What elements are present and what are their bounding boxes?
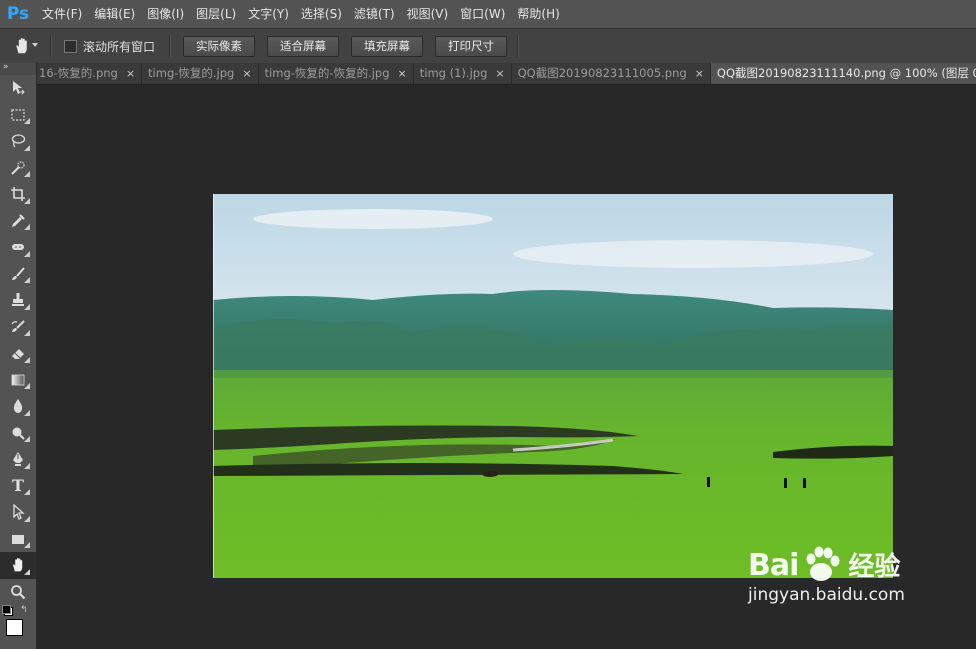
paw-icon: [806, 546, 840, 581]
menu-edit[interactable]: 编辑(E): [88, 0, 141, 28]
hand-icon: [16, 38, 27, 54]
crop-tool[interactable]: [0, 181, 36, 208]
baidu-jingyan-watermark: Bai 经验 jingyan.baidu.com: [748, 545, 928, 635]
separator: [517, 35, 520, 57]
panel-collapse-bar[interactable]: »: [0, 62, 36, 75]
more-tools-indicator: [24, 542, 30, 548]
grassland-photo: [213, 194, 893, 578]
document-tab[interactable]: timg-恢复的-恢复的.jpg ×: [258, 63, 414, 84]
app-logo: Ps: [6, 4, 30, 24]
menu-view[interactable]: 视图(V): [401, 0, 455, 28]
zoom-tool[interactable]: [0, 579, 36, 606]
color-swatches: ↰: [0, 605, 36, 645]
close-icon[interactable]: ×: [398, 63, 407, 84]
zoom-icon: [11, 584, 26, 600]
tab-label: 16-恢复的.png: [39, 66, 118, 80]
more-tools-indicator: [24, 568, 30, 575]
gradient-tool[interactable]: [0, 367, 36, 394]
more-tools-indicator: [24, 409, 30, 416]
tab-label: timg-恢复的-恢复的.jpg: [264, 66, 390, 80]
menu-type[interactable]: 文字(Y): [242, 0, 295, 28]
tab-label: QQ截图20190823111005.png: [517, 66, 687, 80]
pen-tool[interactable]: [0, 446, 36, 473]
default-colors-icon[interactable]: [2, 605, 11, 614]
swap-colors-icon[interactable]: ↰: [20, 605, 28, 615]
chevron-down-icon: [32, 43, 38, 47]
menu-help[interactable]: 帮助(H): [511, 0, 565, 28]
move-icon: [13, 81, 25, 95]
scroll-all-label: 滚动所有窗口: [83, 39, 156, 54]
type-icon: T: [12, 476, 24, 496]
blur-tool[interactable]: [0, 393, 36, 420]
document-tab[interactable]: QQ截图20190823111005.png ×: [511, 63, 711, 84]
more-tools-indicator: [24, 303, 30, 310]
tab-label: QQ截图20190823111140.png @ 100% (图层 0: [716, 66, 976, 80]
menu-select[interactable]: 选择(S): [295, 0, 348, 28]
stamp-tool[interactable]: [0, 287, 36, 314]
dodge-tool[interactable]: [0, 420, 36, 447]
scroll-all-checkbox[interactable]: [64, 39, 77, 53]
close-icon[interactable]: ×: [695, 63, 704, 84]
close-icon[interactable]: ×: [495, 63, 504, 84]
tools-panel: » T ↰: [0, 62, 37, 649]
more-tools-indicator: [24, 224, 30, 230]
more-tools-indicator: [24, 330, 30, 336]
document-tab[interactable]: 16-恢复的.png ×: [37, 63, 143, 84]
actual-pixels-button[interactable]: 实际像素: [183, 35, 256, 57]
brush-tool[interactable]: [0, 261, 36, 288]
options-bar: 滚动所有窗口 实际像素 适合屏幕 填充屏幕 打印尺寸: [0, 28, 976, 64]
rectangle-tool[interactable]: [0, 526, 36, 553]
document-tabs: 16-恢复的.png × timg-恢复的.jpg × timg-恢复的-恢复的.j…: [37, 63, 976, 85]
expand-icon: »: [3, 62, 8, 72]
eraser-tool[interactable]: [0, 340, 36, 367]
type-tool[interactable]: T: [0, 473, 36, 500]
tool-preset-picker[interactable]: [0, 29, 44, 63]
more-tools-indicator: [24, 250, 30, 257]
close-icon[interactable]: ×: [126, 63, 135, 84]
document-tab[interactable]: timg-恢复的.jpg ×: [142, 63, 259, 84]
more-tools-indicator: [24, 277, 30, 283]
watermark-brand-right: 经验: [848, 552, 901, 582]
menu-bar: Ps 文件(F) 编辑(E) 图像(I) 图层(L) 文字(Y) 选择(S) 滤…: [0, 0, 976, 28]
more-tools-indicator: [24, 462, 30, 469]
fill-screen-button[interactable]: 填充屏幕: [351, 35, 424, 57]
tab-label: timg (1).jpg: [419, 66, 488, 80]
move-tool[interactable]: [0, 75, 36, 102]
more-tools-indicator: [24, 436, 30, 442]
path-select-tool[interactable]: [0, 499, 36, 526]
close-icon[interactable]: ×: [242, 63, 251, 84]
document-tab[interactable]: timg (1).jpg ×: [413, 63, 512, 84]
fit-screen-button[interactable]: 适合屏幕: [267, 35, 340, 57]
watermark-brand-left: Bai: [748, 548, 799, 583]
tab-label: timg-恢复的.jpg: [148, 66, 235, 80]
eyedropper-tool[interactable]: [0, 208, 36, 235]
menu-file[interactable]: 文件(F): [36, 0, 88, 28]
document-canvas[interactable]: [213, 194, 893, 578]
menu-filter[interactable]: 滤镜(T): [348, 0, 401, 28]
more-tools-indicator: [24, 197, 30, 204]
marquee-tool[interactable]: [0, 102, 36, 129]
more-tools-indicator: [24, 118, 30, 124]
more-tools-indicator: [24, 171, 30, 177]
more-tools-indicator: [24, 515, 30, 522]
more-tools-indicator: [24, 356, 30, 363]
menu-window[interactable]: 窗口(W): [454, 0, 511, 28]
menu-image[interactable]: 图像(I): [141, 0, 190, 28]
menu-layer[interactable]: 图层(L): [190, 0, 242, 28]
more-tools-indicator: [24, 489, 30, 495]
lasso-tool[interactable]: [0, 128, 36, 155]
foreground-color-swatch[interactable]: [6, 619, 23, 636]
print-size-button[interactable]: 打印尺寸: [435, 35, 508, 57]
document-tab-active[interactable]: QQ截图20190823111140.png @ 100% (图层 0: [710, 63, 976, 84]
history-brush-tool[interactable]: [0, 314, 36, 341]
more-tools-indicator: [24, 383, 30, 389]
healing-tool[interactable]: [0, 234, 36, 261]
more-tools-indicator: [24, 144, 30, 151]
separator: [50, 35, 52, 57]
separator: [169, 35, 172, 57]
watermark-url: jingyan.baidu.com: [748, 585, 905, 605]
quick-select-tool[interactable]: [0, 155, 36, 182]
hand-tool[interactable]: [0, 552, 36, 579]
scroll-all-windows-option[interactable]: 滚动所有窗口: [64, 38, 155, 55]
